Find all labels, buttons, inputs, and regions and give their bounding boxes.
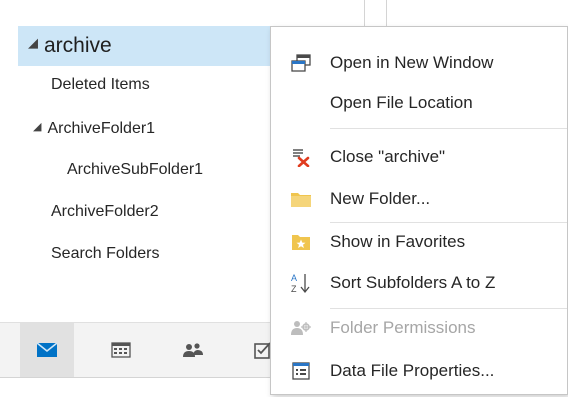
- folder-search-folders[interactable]: Search Folders: [51, 239, 160, 269]
- close-folder-icon: [271, 138, 330, 176]
- folder-archivefolder2[interactable]: ArchiveFolder2: [51, 197, 159, 227]
- context-menu: Open in New Window Open File Location Cl…: [270, 26, 568, 395]
- folder-label: Deleted Items: [51, 76, 150, 93]
- new-window-icon: [271, 44, 330, 82]
- menu-item-open-new-window[interactable]: Open in New Window: [271, 44, 567, 82]
- svg-text:A: A: [291, 273, 297, 283]
- folder-deleted-items[interactable]: Deleted Items: [51, 70, 150, 100]
- svg-text:Z: Z: [291, 284, 297, 294]
- folder-archivesubfolder1[interactable]: ArchiveSubFolder1: [67, 155, 203, 185]
- menu-item-folder-permissions: Folder Permissions: [271, 309, 567, 347]
- menu-separator: [330, 128, 567, 129]
- folder-archivefolder1[interactable]: ◢ ArchiveFolder1: [33, 114, 155, 144]
- sort-az-icon: AZ: [271, 264, 330, 302]
- mail-icon[interactable]: [20, 323, 74, 377]
- menu-item-open-file-location[interactable]: Open File Location: [271, 84, 567, 122]
- folder-label: ArchiveFolder1: [47, 120, 156, 138]
- menu-item-close-archive[interactable]: Close "archive": [271, 138, 567, 176]
- folder-icon: [271, 180, 330, 218]
- collapse-triangle-icon[interactable]: ◢: [33, 112, 41, 142]
- collapse-triangle-icon[interactable]: ◢: [28, 23, 38, 63]
- folder-label: ArchiveSubFolder1: [67, 161, 204, 178]
- menu-item-show-in-favorites[interactable]: Show in Favorites: [271, 223, 567, 261]
- menu-item-sort-subfolders[interactable]: AZ Sort Subfolders A to Z: [271, 264, 567, 302]
- calendar-icon[interactable]: [94, 323, 148, 377]
- permissions-icon: [271, 309, 330, 347]
- folder-label: Search Folders: [51, 245, 160, 262]
- properties-icon: [271, 352, 330, 390]
- favorites-star-icon: [271, 223, 330, 261]
- people-icon[interactable]: [166, 323, 220, 377]
- folder-label: ArchiveFolder2: [51, 203, 159, 220]
- menu-item-new-folder[interactable]: New Folder...: [271, 180, 567, 218]
- folder-label: archive: [44, 34, 112, 57]
- menu-item-data-file-properties[interactable]: Data File Properties...: [271, 352, 567, 390]
